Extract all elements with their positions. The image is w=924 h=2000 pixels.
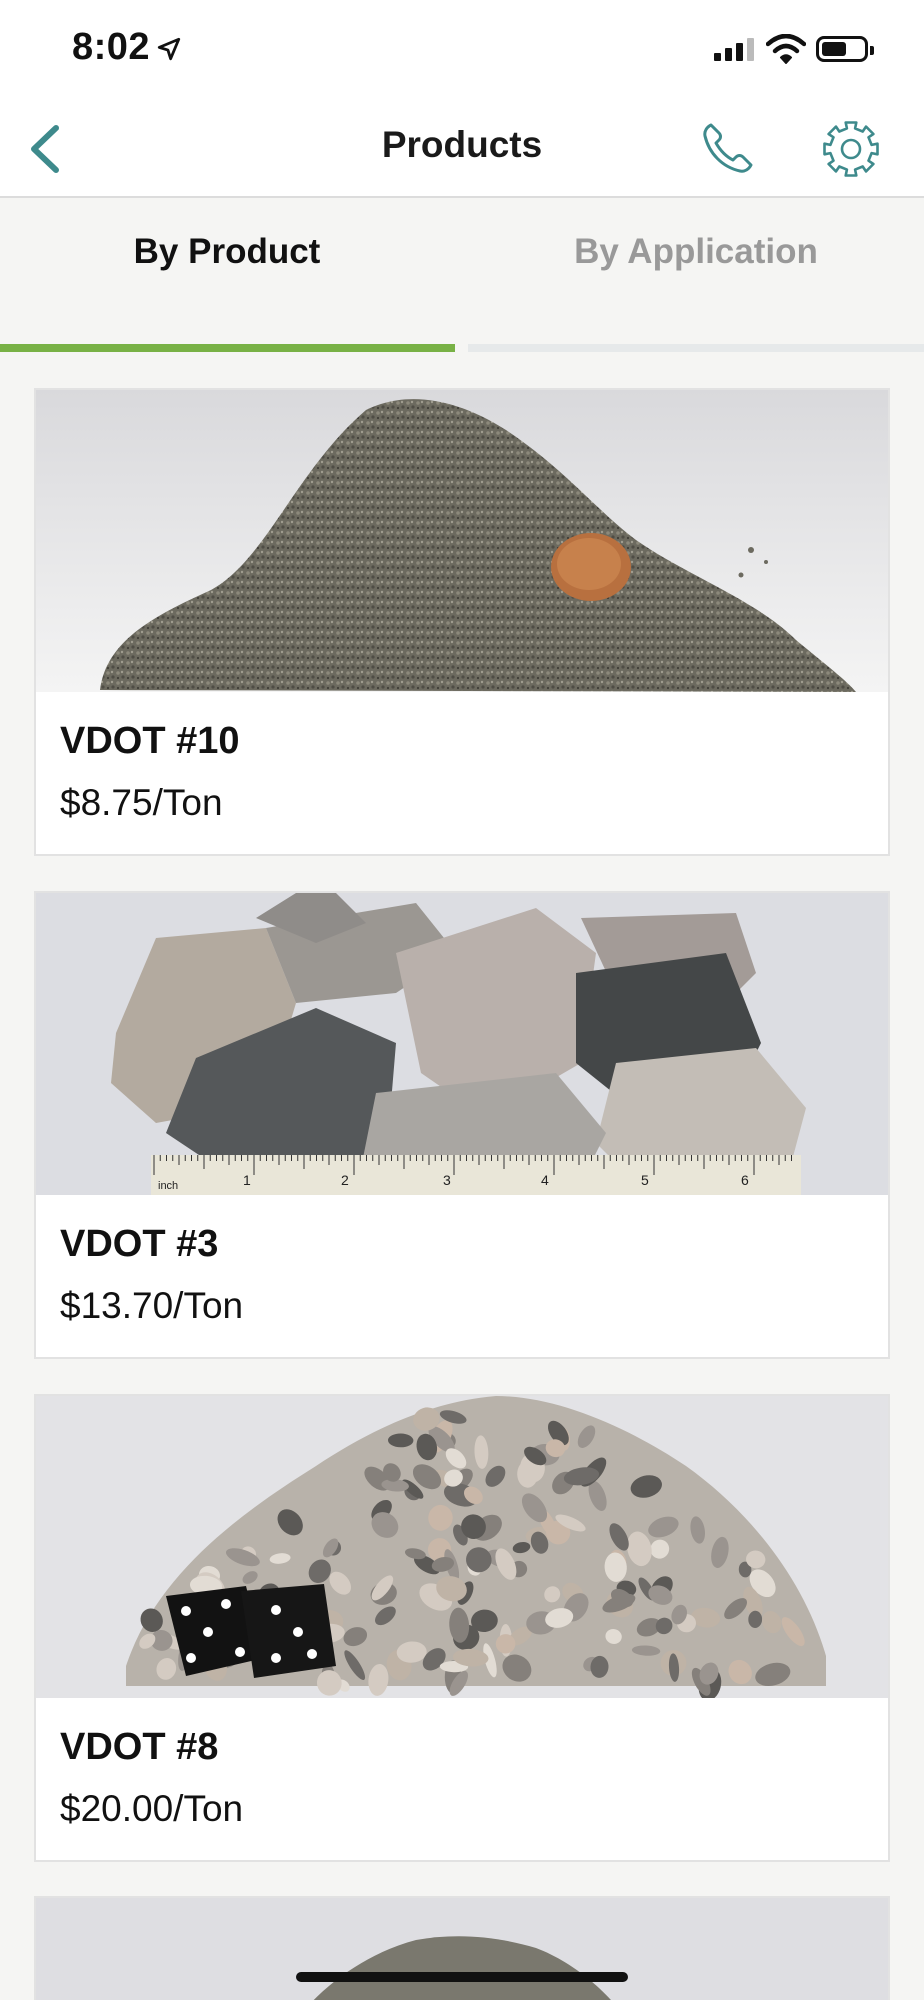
gear-icon <box>823 121 879 177</box>
location-arrow-icon <box>157 37 181 61</box>
ruler-label: 4 <box>541 1172 549 1188</box>
product-name: VDOT #3 <box>60 1223 219 1265</box>
home-indicator <box>296 1972 628 1982</box>
product-card[interactable]: VDOT #10 $8.75/Ton <box>34 388 890 856</box>
cellular-signal-icon <box>714 38 754 61</box>
status-time: 8:02 <box>72 26 151 68</box>
product-image: inch 1 2 3 4 5 6 <box>36 893 888 1195</box>
wifi-icon <box>766 34 806 64</box>
product-card[interactable]: inch 1 2 3 4 5 6 VDOT #3 $13.70/Ton <box>34 891 890 1359</box>
call-button[interactable] <box>700 120 756 176</box>
settings-button[interactable] <box>820 118 882 180</box>
ruler-label: 1 <box>243 1172 251 1188</box>
segment-tabs: By Product By Application <box>0 198 924 352</box>
ruler-label: 6 <box>741 1172 749 1188</box>
product-price: $13.70/Ton <box>60 1285 244 1326</box>
product-price: $8.75/Ton <box>60 782 223 823</box>
product-image <box>36 390 888 692</box>
active-tab-indicator <box>0 344 455 352</box>
ruler-label: inch <box>158 1180 178 1192</box>
ruler-label: 5 <box>641 1172 649 1188</box>
page-title: Products <box>381 124 543 165</box>
product-image <box>36 1396 888 1698</box>
ruler-label: 2 <box>341 1172 349 1188</box>
phone-icon <box>703 123 753 173</box>
battery-icon <box>816 36 874 62</box>
product-name: VDOT #10 <box>60 720 240 762</box>
ruler-label: 3 <box>443 1172 451 1188</box>
navigation-bar: Products <box>0 100 924 198</box>
tab-by-application[interactable]: By Application <box>468 232 924 272</box>
product-name: VDOT #8 <box>60 1726 219 1768</box>
product-card[interactable] <box>34 1896 890 2000</box>
product-card[interactable]: VDOT #8 $20.00/Ton <box>34 1394 890 1862</box>
status-bar: 8:02 <box>0 0 924 100</box>
tab-by-product[interactable]: By Product <box>0 232 454 272</box>
product-price: $20.00/Ton <box>60 1788 244 1829</box>
inactive-tab-indicator <box>468 344 924 352</box>
product-image <box>36 1898 888 2000</box>
